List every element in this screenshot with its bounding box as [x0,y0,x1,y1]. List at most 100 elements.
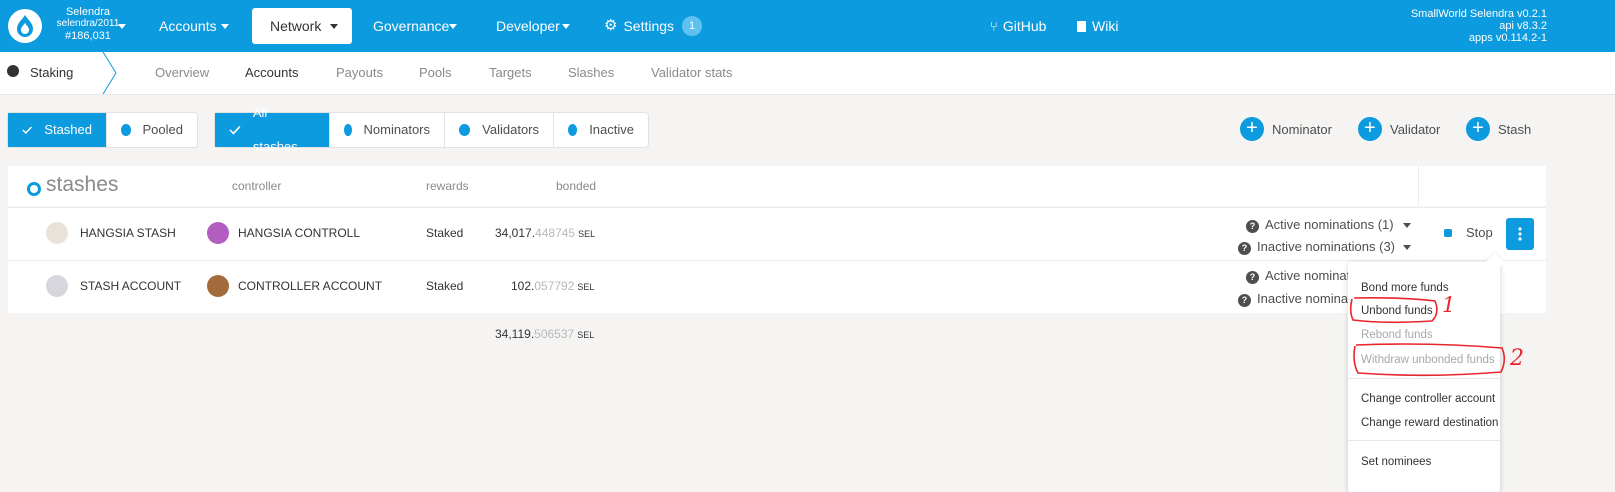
menu-bond-more-funds[interactable]: Bond more funds [1361,282,1449,294]
inactive-nominations-toggle[interactable]: ? Inactive nominations (3) [1238,239,1395,255]
tab-overview[interactable]: Overview [155,52,209,94]
branch-icon: ⑂ [990,19,998,34]
book-icon [1077,21,1086,32]
plus-icon: + [1240,117,1264,141]
chain-name: Selendra [65,6,111,18]
rewards-status: Staked [426,279,464,293]
tab-slashes[interactable]: Slashes [568,52,614,94]
settings-badge: 1 [682,16,703,36]
filter-inactive[interactable]: Inactive [554,113,648,147]
bonded-decimals: 057792 [534,279,575,293]
tab-pools[interactable]: Pools [419,52,452,94]
filter-all-stashes[interactable]: All stashes [215,105,330,154]
help-icon: ? [1246,271,1259,284]
annotation-mark-2: 2 [1510,346,1524,371]
bonded-unit: SEL [577,282,595,292]
active-nominations-toggle[interactable]: ? Active nominati [1246,268,1353,284]
menu-change-controller[interactable]: Change controller account [1361,393,1495,405]
stashes-table-header: stashes controller rewards bonded [8,166,1546,206]
block-number: #186,031 [65,30,111,42]
stop-label: Stop [1466,225,1493,240]
active-nominations-label: Active nominati [1265,268,1354,283]
version-line2: api v8.3.2 [1499,20,1547,32]
nav-network-label: Network [270,18,322,34]
add-stash-label: Stash [1498,121,1532,137]
menu-rebond-funds: Rebond funds [1361,329,1433,341]
total-unit: SEL [577,330,595,340]
selendra-logo[interactable] [8,9,42,43]
breadcrumb-divider [102,52,117,94]
nav-settings[interactable]: ⚙ Settings 1 [604,8,704,44]
bonded-integer: 34,017. [495,226,536,240]
add-nominator-button[interactable]: + Nominator [1240,116,1332,142]
inactive-nominations-label: Inactive nominati [1257,291,1355,306]
menu-divider [1348,378,1500,379]
header-divider [1418,166,1419,206]
chevron-down-icon [449,24,457,29]
tab-targets[interactable]: Targets [489,52,532,94]
avatar [46,222,68,244]
chevron-down-icon[interactable] [1403,245,1411,250]
nav-governance[interactable]: Governance [373,8,463,44]
chain-selector[interactable]: Selendra selendra/2011 #186,031 [52,6,124,42]
version-line1: SmallWorld Selendra v0.2.1 [1410,8,1547,20]
active-nominations-toggle[interactable]: ? Active nominations (1) [1246,217,1394,233]
stop-button[interactable]: Stop [1444,225,1493,240]
chain-dropdown-icon[interactable] [118,24,126,29]
version-info: SmallWorld Selendra v0.2.1 api v8.3.2 ap… [1411,8,1547,44]
add-validator-button[interactable]: + Validator [1358,116,1440,142]
nav-network[interactable]: Network [252,8,352,44]
inactive-nominations-toggle[interactable]: ? Inactive nominati [1238,291,1355,307]
radio-dot-icon [344,124,352,136]
sub-navbar: Staking Overview Accounts Payouts Pools … [0,52,1615,95]
tab-payouts[interactable]: Payouts [336,52,383,94]
github-link[interactable]: ⑂ GitHub [990,8,1060,44]
bonded-integer: 102. [511,279,535,293]
filter-stashed[interactable]: Stashed [8,113,107,147]
nav-developer-label: Developer [496,18,560,34]
chevron-down-icon[interactable] [1403,223,1411,228]
stash-type-filter: All stashes Nominators Validators Inacti… [214,105,649,154]
active-nominations-label: Active nominations (1) [1265,217,1394,232]
add-nominator-label: Nominator [1272,121,1332,137]
filter-validators[interactable]: Validators [445,113,554,147]
table-title: stashes [46,173,119,196]
filter-nominators-label: Nominators [363,122,430,137]
nav-developer[interactable]: Developer [496,8,576,44]
controller-name[interactable]: CONTROLLER ACCOUNT [238,279,382,293]
github-label: GitHub [1002,18,1047,34]
stashes-bullet-icon [27,182,41,196]
column-controller: controller [232,179,282,193]
stash-name[interactable]: HANGSIA STASH [80,226,176,240]
chevron-down-icon [221,24,229,29]
nav-accounts[interactable]: Accounts [159,8,235,44]
tab-validator-stats[interactable]: Validator stats [651,52,732,94]
top-navbar: Selendra selendra/2011 #186,031 Accounts… [0,0,1615,52]
column-rewards: rewards [426,179,469,193]
wiki-link[interactable]: Wiki [1077,8,1137,44]
stash-name[interactable]: STASH ACCOUNT [80,279,181,293]
kebab-icon [1518,227,1522,241]
filter-pooled-label: Pooled [142,122,183,137]
bonded-amount: 34,017.448745 SEL [495,226,595,240]
help-icon: ? [1238,242,1251,255]
avatar [46,275,68,297]
bonded-decimals: 448745 [535,226,576,240]
nav-accounts-label: Accounts [159,18,217,34]
table-row: STASH ACCOUNT CONTROLLER ACCOUNT Staked … [8,260,1546,313]
filter-pooled[interactable]: Pooled [107,113,197,147]
tab-accounts[interactable]: Accounts [245,52,298,94]
menu-set-nominees[interactable]: Set nominees [1361,456,1431,468]
version-line3: apps v0.114.2-1 [1468,32,1547,44]
total-integer: 34,119. [495,327,535,341]
menu-change-reward-destination[interactable]: Change reward destination [1361,417,1498,429]
inactive-nominations-label: Inactive nominations (3) [1257,239,1396,254]
controller-name[interactable]: HANGSIA CONTROLL [238,226,360,240]
plus-icon: + [1358,117,1382,141]
more-options-button[interactable] [1506,218,1534,250]
add-stash-button[interactable]: + Stash [1466,116,1531,142]
table-row: HANGSIA STASH HANGSIA CONTROLL Staked 34… [8,207,1546,260]
avatar [207,275,229,297]
menu-unbond-funds[interactable]: Unbond funds [1361,305,1433,317]
filter-nominators[interactable]: Nominators [330,113,445,147]
